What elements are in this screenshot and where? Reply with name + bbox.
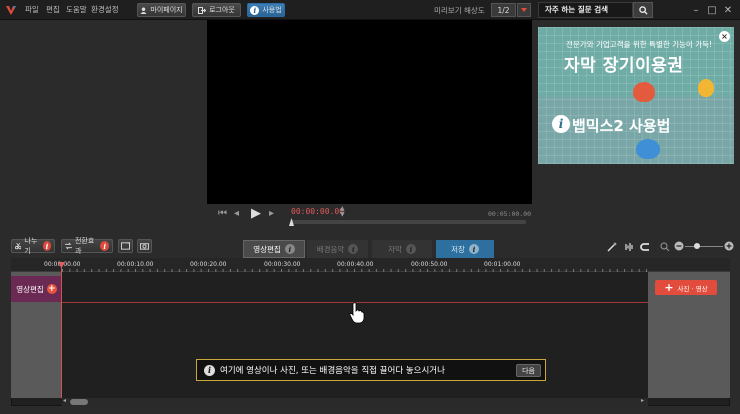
scrub-bar[interactable] xyxy=(291,220,526,224)
skip-to-start-icon[interactable]: ⏮ xyxy=(218,208,227,219)
total-duration: 00:05:00.00 xyxy=(488,210,532,218)
split-info-icon[interactable]: i xyxy=(42,241,51,251)
scissors-icon xyxy=(15,242,22,250)
hint-info-icon: i xyxy=(204,364,215,376)
blue-bird-icon xyxy=(636,139,660,159)
play-icon[interactable]: ▶ xyxy=(251,206,261,221)
add-track-icon[interactable]: + xyxy=(46,284,57,294)
tab-save[interactable]: 저장 i xyxy=(436,240,494,258)
transition-icon xyxy=(65,242,72,250)
snapshot-button[interactable] xyxy=(137,239,152,253)
minimize-icon[interactable]: – xyxy=(689,3,703,17)
timeline-horizontal-scrollbar[interactable] xyxy=(62,398,648,406)
yellow-bird-icon xyxy=(698,79,714,97)
mypage-button[interactable]: 마이페이지 xyxy=(137,3,186,17)
menu-file[interactable]: 파일 xyxy=(25,4,39,15)
tab-subtitle-label: 자막 xyxy=(388,244,402,254)
menu-settings[interactable]: 환경설정 xyxy=(91,4,119,15)
timeline-panel[interactable] xyxy=(11,258,730,406)
transition-button[interactable]: 전환효과 i xyxy=(61,237,113,255)
preview-resolution-value[interactable]: 1/2 xyxy=(491,3,516,17)
ad-close-icon[interactable]: × xyxy=(719,31,730,42)
magic-wand-icon[interactable] xyxy=(607,242,617,252)
tab-save-label: 저장 xyxy=(451,244,465,254)
logout-button[interactable]: 로그아웃 xyxy=(192,3,241,17)
ruler-tick-label: 00:01:00.00 xyxy=(484,261,521,268)
faq-search-input[interactable]: 자주 하는 질문 검색 xyxy=(538,2,633,18)
ad-headline: 자막 장기이용권 xyxy=(564,56,684,76)
zoom-slider[interactable] xyxy=(685,246,723,247)
step-forward-icon[interactable]: ▸ xyxy=(269,208,274,219)
split-label: 나누기 xyxy=(24,237,38,255)
tab-video-edit-info-icon[interactable]: i xyxy=(284,244,295,254)
drop-hint-banner: i 여기에 영상이나 사진, 또는 배경음악을 직접 끌어다 놓으시거나 다음 xyxy=(196,359,546,381)
add-photo-video-button[interactable]: + 사진 · 영상 xyxy=(655,280,717,295)
transition-label: 전환효과 xyxy=(74,237,95,255)
close-window-icon[interactable]: ✕ xyxy=(721,3,735,17)
tab-subtitle[interactable]: 자막 i xyxy=(372,240,432,258)
chevron-down-icon xyxy=(521,8,527,12)
user-icon xyxy=(140,6,147,14)
current-timecode[interactable]: 00:00:00.00 xyxy=(291,207,344,216)
add-photo-video-label: 사진 · 영상 xyxy=(677,284,708,293)
menu-edit[interactable]: 편집 xyxy=(46,4,60,15)
frame-icon xyxy=(121,242,130,250)
scroll-left-icon[interactable]: ◂ xyxy=(63,397,66,404)
tab-video-edit-label: 영상편집 xyxy=(253,244,281,254)
tab-video-edit[interactable]: 영상편집 i xyxy=(243,240,305,258)
zoom-out-icon[interactable] xyxy=(674,241,684,251)
scrollbar-thumb[interactable] xyxy=(70,399,88,405)
plus-icon: + xyxy=(664,281,674,294)
ad-banner[interactable]: 전문가와 기업고객을 위한 특별한 기능이 가득! 자막 장기이용권 i 뱁믹스… xyxy=(538,27,734,164)
ruler-tick-label: 00:00:30.00 xyxy=(264,261,301,268)
playhead-line[interactable] xyxy=(61,264,62,398)
logout-icon xyxy=(198,6,207,14)
ad-info-icon: i xyxy=(552,115,570,133)
hint-text: 여기에 영상이나 사진, 또는 배경음악을 직접 끌어다 놓으시거나 xyxy=(220,366,445,376)
timecode-spinner-icon[interactable]: ▲ ▼ xyxy=(340,206,345,218)
zoom-icon xyxy=(660,242,670,252)
usage-button[interactable]: i 사용법 xyxy=(247,3,285,17)
menu-help[interactable]: 도움말 xyxy=(66,4,87,15)
step-back-icon[interactable]: ◂ xyxy=(234,208,239,219)
scroll-right-icon[interactable]: ▸ xyxy=(641,397,644,404)
zoom-in-icon[interactable] xyxy=(724,241,734,251)
hand-cursor-icon xyxy=(349,302,365,324)
red-bird-icon xyxy=(633,82,655,102)
usage-label: 사용법 xyxy=(262,6,282,14)
tab-bgm-label: 배경음악 xyxy=(316,244,345,254)
search-button[interactable] xyxy=(633,2,653,18)
maximize-icon[interactable]: □ xyxy=(705,3,719,17)
ad-tagline: 전문가와 기업고객을 위한 특별한 기능이 가득! xyxy=(566,40,713,49)
tab-subtitle-info-icon[interactable]: i xyxy=(405,244,416,254)
video-preview xyxy=(207,20,532,204)
camera-icon xyxy=(140,243,149,250)
mypage-label: 마이페이지 xyxy=(150,6,183,14)
track-label-text: 영상편집 xyxy=(16,284,44,294)
ruler-tick-label: 00:00:20.00 xyxy=(190,261,227,268)
magnet-icon[interactable] xyxy=(640,242,650,252)
search-icon xyxy=(638,5,648,15)
tab-save-info-icon[interactable]: i xyxy=(468,244,479,254)
app-logo-icon xyxy=(6,6,16,15)
ad-subheadline: 뱁믹스2 사용법 xyxy=(572,117,671,135)
info-icon: i xyxy=(250,5,260,15)
ruler-tick-label: 00:00:10.00 xyxy=(117,261,154,268)
resolution-dropdown-button[interactable] xyxy=(517,3,531,17)
next-button[interactable]: 다음 xyxy=(516,364,541,377)
tab-bgm[interactable]: 배경음악 i xyxy=(307,240,368,258)
ruler-tick-label: 00:00:40.00 xyxy=(337,261,374,268)
track-label-video-edit[interactable]: 영상편집 + xyxy=(11,276,62,302)
split-button[interactable]: 나누기 i xyxy=(11,237,55,255)
zoom-slider-handle[interactable] xyxy=(694,243,700,249)
transition-info-icon[interactable]: i xyxy=(100,241,110,251)
frame-button[interactable] xyxy=(118,239,133,253)
tab-bgm-info-icon[interactable]: i xyxy=(348,244,359,254)
logout-label: 로그아웃 xyxy=(209,6,235,14)
audio-wave-icon[interactable] xyxy=(623,242,634,252)
preview-resolution-label: 미리보기 해상도 xyxy=(434,6,485,15)
ruler-tick-label: 00:00:50.00 xyxy=(411,261,448,268)
